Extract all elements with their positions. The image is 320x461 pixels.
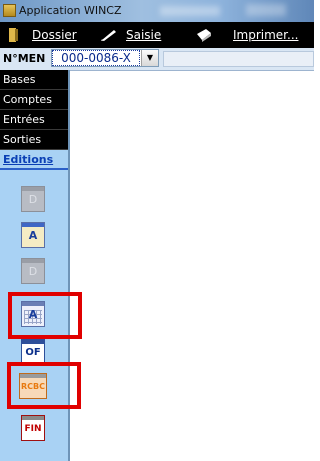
n-men-combobox[interactable]: 000-0086-X ▼ — [51, 49, 159, 67]
menu-dossier[interactable]: Dossier — [0, 22, 77, 48]
report-fin-button[interactable]: FIN — [17, 413, 49, 445]
app-icon — [3, 4, 16, 17]
printer-icon — [197, 29, 211, 42]
n-men-value: 000-0086-X — [52, 50, 140, 66]
menu-imprimer-label: Imprimer... — [233, 28, 299, 42]
report-a-button[interactable]: A — [17, 220, 49, 252]
nav-bases[interactable]: Bases — [0, 70, 68, 90]
highlight-box — [7, 362, 81, 409]
menu-bar: Dossier Saisie Imprimer... — [0, 22, 314, 48]
nav-comptes[interactable]: Comptes — [0, 90, 68, 110]
toolbar: N°MEN 000-0086-X ▼ — [0, 48, 314, 71]
report-d2-button[interactable]: D — [17, 256, 49, 288]
menu-saisie-label: Saisie — [126, 28, 162, 42]
report-d2-icon: D — [21, 258, 45, 284]
window-title: Application WINCZ — [19, 4, 122, 17]
highlight-box — [8, 292, 82, 339]
folder-icon — [9, 28, 18, 42]
menu-dossier-label: Dossier — [32, 28, 77, 42]
title-bar-gloss — [246, 4, 286, 16]
n-men-label: N°MEN — [3, 52, 46, 65]
pen-icon — [101, 30, 116, 41]
nav-sorties[interactable]: Sorties — [0, 130, 68, 150]
main-area — [70, 71, 314, 461]
report-a-icon: A — [21, 222, 45, 248]
toolbar-field — [163, 51, 314, 67]
report-fin-icon: FIN — [21, 415, 45, 441]
report-d-button[interactable]: D — [17, 184, 49, 216]
nav-entrees[interactable]: Entrées — [0, 110, 68, 130]
title-bar-gloss — [160, 6, 220, 16]
nav-editions[interactable]: Editions — [0, 150, 68, 170]
chevron-down-icon[interactable]: ▼ — [141, 50, 158, 66]
report-d-icon: D — [21, 186, 45, 212]
menu-saisie[interactable]: Saisie — [100, 22, 170, 48]
title-bar: Application WINCZ — [0, 0, 314, 22]
menu-imprimer[interactable]: Imprimer... — [196, 22, 306, 48]
